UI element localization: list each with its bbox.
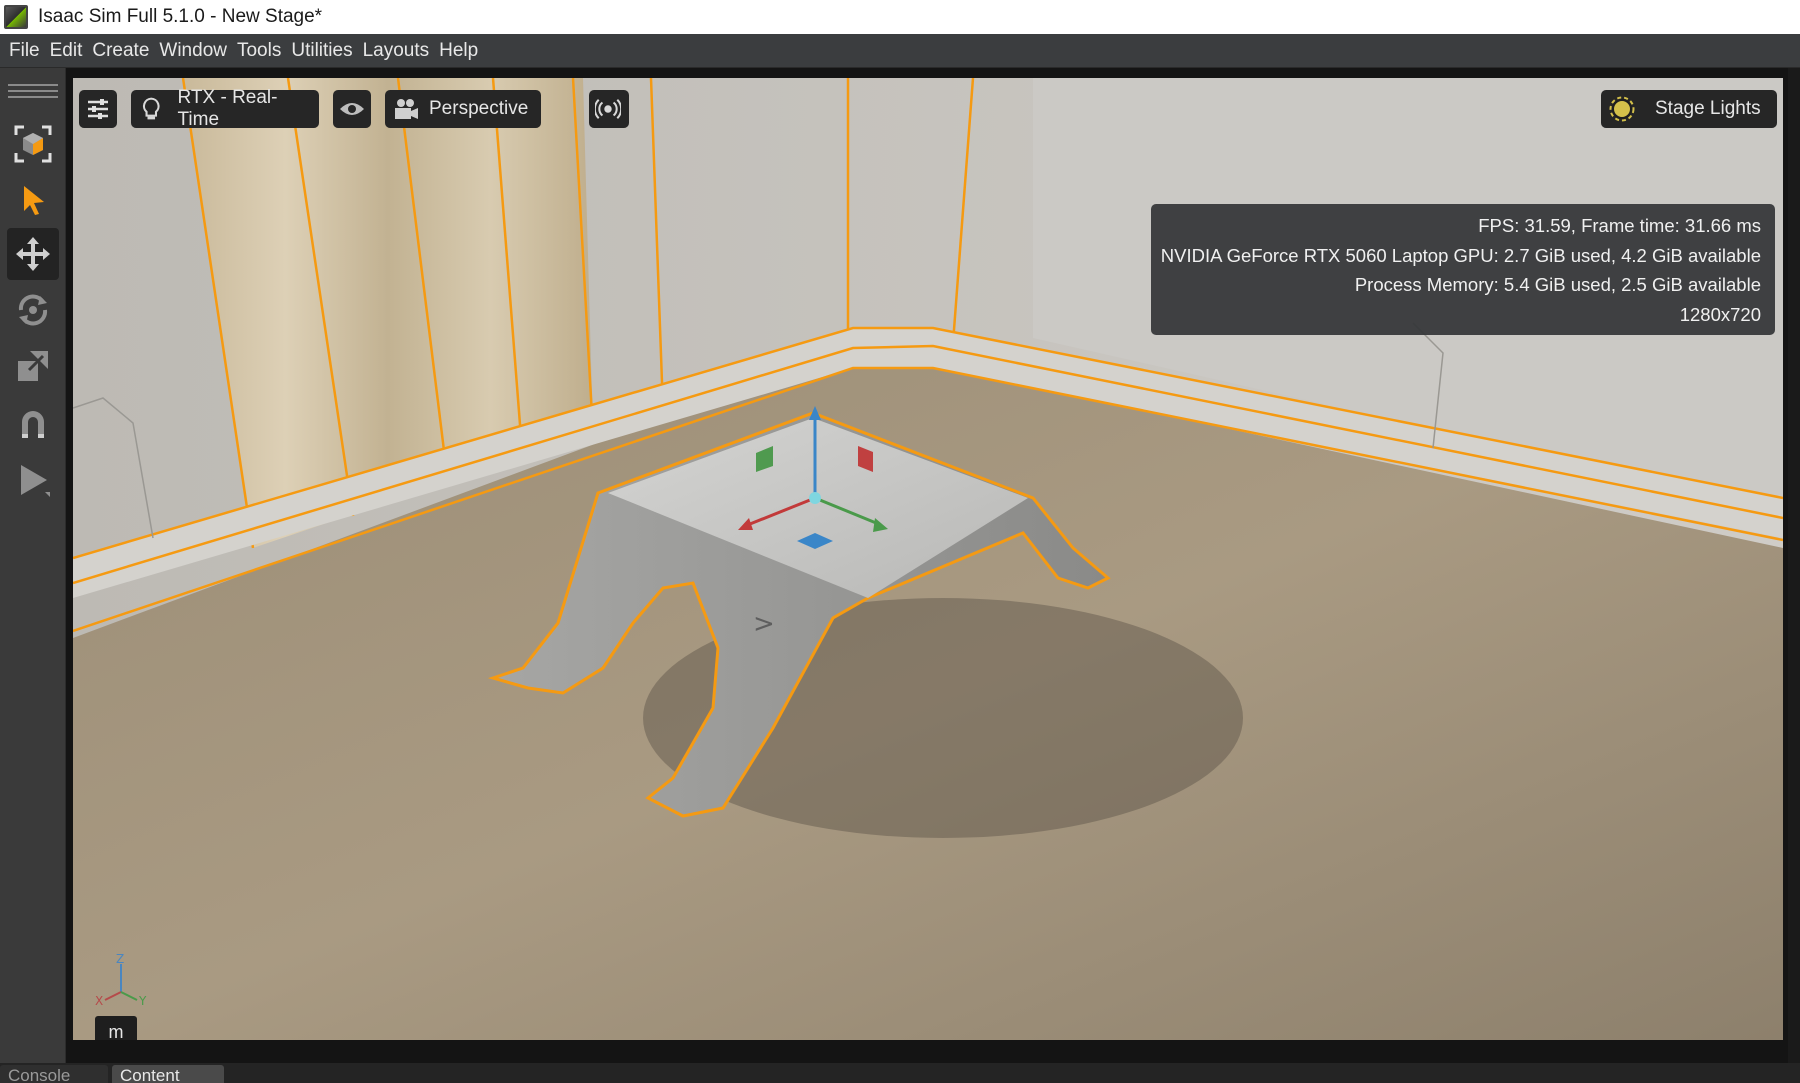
renderer-label: RTX - Real-Time [177,87,278,130]
menu-help[interactable]: Help [434,40,483,62]
sensor-menu-button[interactable] [589,90,629,128]
snap-toggle-button[interactable] [7,398,59,450]
svg-text:X: X [95,994,103,1008]
viewport-settings-button[interactable] [79,90,117,128]
magnet-icon [22,411,44,438]
performance-stats-overlay: FPS: 31.59, Frame time: 31.66 ms NVIDIA … [1151,204,1775,335]
fps-stat: FPS: 31.59, Frame time: 31.66 ms [1478,215,1761,236]
bottom-panel-tabs: Console Content [0,1063,1800,1083]
svg-text:Y: Y [138,994,147,1008]
renderer-menu-button[interactable]: RTX - Real-Time [131,87,319,130]
scale-tool-button[interactable] [7,340,59,392]
menu-layouts[interactable]: Layouts [358,40,435,62]
isaac-sim-app-icon [4,5,28,29]
menu-utilities[interactable]: Utilities [286,40,357,62]
select-cube-icon [14,125,52,163]
svg-text:Z: Z [116,952,124,966]
menu-edit[interactable]: Edit [45,40,88,62]
camera-icon [395,99,418,119]
units-badge: m [95,1016,137,1040]
move-tool-button[interactable] [7,228,59,280]
viewport-panel: > RTX - Real-Time Perspective Stage Ligh… [66,68,1800,1063]
viewport-scene[interactable]: > RTX - Real-Time Perspective Stage Ligh… [73,78,1783,1040]
eye-icon [340,103,364,115]
left-toolbar [0,68,66,1063]
scale-icon [18,351,48,381]
svg-text:>: > [753,609,775,639]
menu-window[interactable]: Window [154,40,232,62]
arrow-pointer-icon [24,186,44,215]
title-bar: Isaac Sim Full 5.1.0 - New Stage* [0,0,1800,34]
sliders-icon [88,99,108,119]
move-icon [16,237,50,271]
menu-create[interactable]: Create [87,40,154,62]
select-mode-button[interactable] [7,118,59,170]
play-button[interactable] [7,454,59,506]
window-title: Isaac Sim Full 5.1.0 - New Stage* [38,6,323,27]
camera-label: Perspective [429,98,529,119]
gpu-memory-stat: NVIDIA GeForce RTX 5060 Laptop GPU: 2.7 … [1160,244,1761,266]
tab-content[interactable]: Content [112,1065,224,1083]
select-tool-button[interactable] [7,174,59,226]
menu-file[interactable]: File [4,40,45,62]
camera-menu-button[interactable]: Perspective [385,90,541,128]
rotate-icon [18,294,48,326]
tab-console[interactable]: Console [0,1065,108,1083]
rotate-tool-button[interactable] [7,284,59,336]
sun-icon [1609,96,1635,122]
lightbulb-icon [142,97,160,120]
stage-lights-button[interactable]: Stage Lights [1601,90,1777,128]
toolbar-grip-handle[interactable] [8,84,58,100]
right-panel-edge [1788,68,1800,1063]
axis-orientation-widget: Z X Y [95,952,147,1008]
visibility-menu-button[interactable] [333,90,371,128]
broadcast-icon [595,98,621,120]
process-memory-stat: Process Memory: 5.4 GiB used, 2.5 GiB av… [1354,274,1761,295]
resolution-stat: 1280x720 [1679,303,1761,325]
menu-bar: File Edit Create Window Tools Utilities … [0,34,1800,68]
menu-tools[interactable]: Tools [232,40,286,62]
play-icon [21,465,50,497]
stage-lights-label: Stage Lights [1655,98,1761,119]
